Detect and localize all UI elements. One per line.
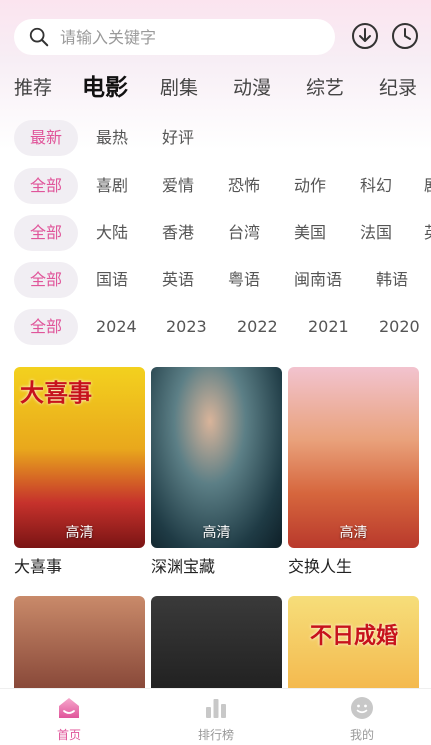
nav-ranking-label: 排行榜 bbox=[197, 728, 234, 742]
search-box[interactable] bbox=[14, 19, 335, 55]
nav-home[interactable]: 首页 bbox=[29, 695, 109, 743]
filter-genre-comedy[interactable]: 喜剧 bbox=[96, 168, 128, 204]
tab-variety[interactable]: 综艺 bbox=[306, 70, 344, 106]
quality-badge: 高清 bbox=[202, 525, 231, 541]
movie-title[interactable]: 交换人生 bbox=[288, 555, 419, 579]
tab-movies[interactable]: 电影 bbox=[82, 70, 128, 106]
region-filter-row: 全部 大陆 香港 台湾 美国 法国 英 bbox=[0, 215, 431, 251]
filter-genre-scifi[interactable]: 科幻 bbox=[360, 168, 392, 204]
profile-icon bbox=[351, 697, 373, 719]
filter-region-uk[interactable]: 英 bbox=[424, 215, 431, 251]
search-bar-row bbox=[0, 0, 431, 75]
search-input[interactable] bbox=[60, 27, 300, 47]
filter-year-2022[interactable]: 2022 bbox=[237, 309, 278, 345]
nav-ranking[interactable]: 排行榜 bbox=[176, 695, 256, 743]
filter-genre-action[interactable]: 动作 bbox=[294, 168, 326, 204]
movie-card[interactable]: 大喜事 高清 大喜事 bbox=[14, 367, 145, 579]
filter-year-2021[interactable]: 2021 bbox=[308, 309, 349, 345]
nav-profile[interactable]: 我的 bbox=[322, 695, 402, 743]
channel-tabs: 推荐 电影 剧集 动漫 综艺 纪录 bbox=[0, 70, 431, 108]
filter-year-2020[interactable]: 2020 bbox=[379, 309, 420, 345]
filter-genre-drama[interactable]: 剧 bbox=[424, 168, 431, 204]
search-icon bbox=[29, 27, 49, 47]
movie-poster[interactable]: 大喜事 高清 bbox=[14, 367, 145, 548]
filter-genre-all[interactable]: 全部 bbox=[14, 168, 79, 204]
nav-home-label: 首页 bbox=[56, 728, 81, 742]
tab-anime[interactable]: 动漫 bbox=[233, 70, 271, 106]
tab-series[interactable]: 剧集 bbox=[160, 70, 198, 106]
filter-language-cantonese[interactable]: 粤语 bbox=[228, 262, 260, 298]
movie-poster[interactable]: 高清 bbox=[151, 367, 282, 548]
filter-sort-newest[interactable]: 最新 bbox=[14, 120, 79, 156]
filter-region-hongkong[interactable]: 香港 bbox=[162, 215, 194, 251]
filter-language-mandarin[interactable]: 国语 bbox=[96, 262, 128, 298]
genre-filter-row: 全部 喜剧 爱情 恐怖 动作 科幻 剧 bbox=[0, 168, 431, 204]
filter-year-2024[interactable]: 2024 bbox=[96, 309, 137, 345]
movie-title[interactable]: 深渊宝藏 bbox=[151, 555, 282, 579]
language-filter-row: 全部 国语 英语 粤语 闽南语 韩语 bbox=[0, 262, 431, 298]
filter-genre-horror[interactable]: 恐怖 bbox=[228, 168, 260, 204]
filter-region-taiwan[interactable]: 台湾 bbox=[228, 215, 260, 251]
nav-profile-label: 我的 bbox=[349, 728, 374, 742]
filter-sort-rating[interactable]: 好评 bbox=[162, 120, 194, 156]
filter-region-all[interactable]: 全部 bbox=[14, 215, 79, 251]
movie-card[interactable]: 高清 深渊宝藏 bbox=[151, 367, 282, 579]
movie-title[interactable]: 大喜事 bbox=[14, 555, 145, 579]
filter-language-minnan[interactable]: 闽南语 bbox=[294, 262, 342, 298]
app-root: 推荐 电影 剧集 动漫 综艺 纪录 最新 最热 好评 全部 喜剧 爱情 恐怖 动… bbox=[0, 0, 431, 745]
filter-year-all[interactable]: 全部 bbox=[14, 309, 79, 345]
filter-genre-romance[interactable]: 爱情 bbox=[162, 168, 194, 204]
poster-title-text: 不日成婚 bbox=[310, 624, 399, 649]
filter-region-mainland[interactable]: 大陆 bbox=[96, 215, 128, 251]
movie-card[interactable]: 高清 交换人生 bbox=[288, 367, 419, 579]
clock-icon[interactable] bbox=[391, 22, 419, 50]
sort-filter-row: 最新 最热 好评 bbox=[0, 120, 431, 156]
filter-region-usa[interactable]: 美国 bbox=[294, 215, 326, 251]
movie-poster[interactable]: 高清 bbox=[288, 367, 419, 548]
filter-sort-hottest[interactable]: 最热 bbox=[96, 120, 128, 156]
filter-region-france[interactable]: 法国 bbox=[360, 215, 392, 251]
bottom-nav: 首页 排行榜 我的 bbox=[0, 688, 431, 745]
download-icon[interactable] bbox=[351, 22, 379, 50]
filter-language-all[interactable]: 全部 bbox=[14, 262, 79, 298]
quality-badge: 高清 bbox=[65, 525, 94, 541]
poster-title-text: 大喜事 bbox=[20, 379, 92, 407]
quality-badge: 高清 bbox=[339, 525, 368, 541]
filter-language-korean[interactable]: 韩语 bbox=[376, 262, 408, 298]
tab-recommend[interactable]: 推荐 bbox=[14, 70, 52, 106]
filter-language-english[interactable]: 英语 bbox=[162, 262, 194, 298]
year-filter-row: 全部 2024 2023 2022 2021 2020 bbox=[0, 309, 431, 345]
home-icon bbox=[59, 698, 79, 718]
ranking-icon bbox=[206, 699, 226, 718]
tab-documentary[interactable]: 纪录 bbox=[379, 70, 417, 106]
filter-year-2023[interactable]: 2023 bbox=[166, 309, 207, 345]
